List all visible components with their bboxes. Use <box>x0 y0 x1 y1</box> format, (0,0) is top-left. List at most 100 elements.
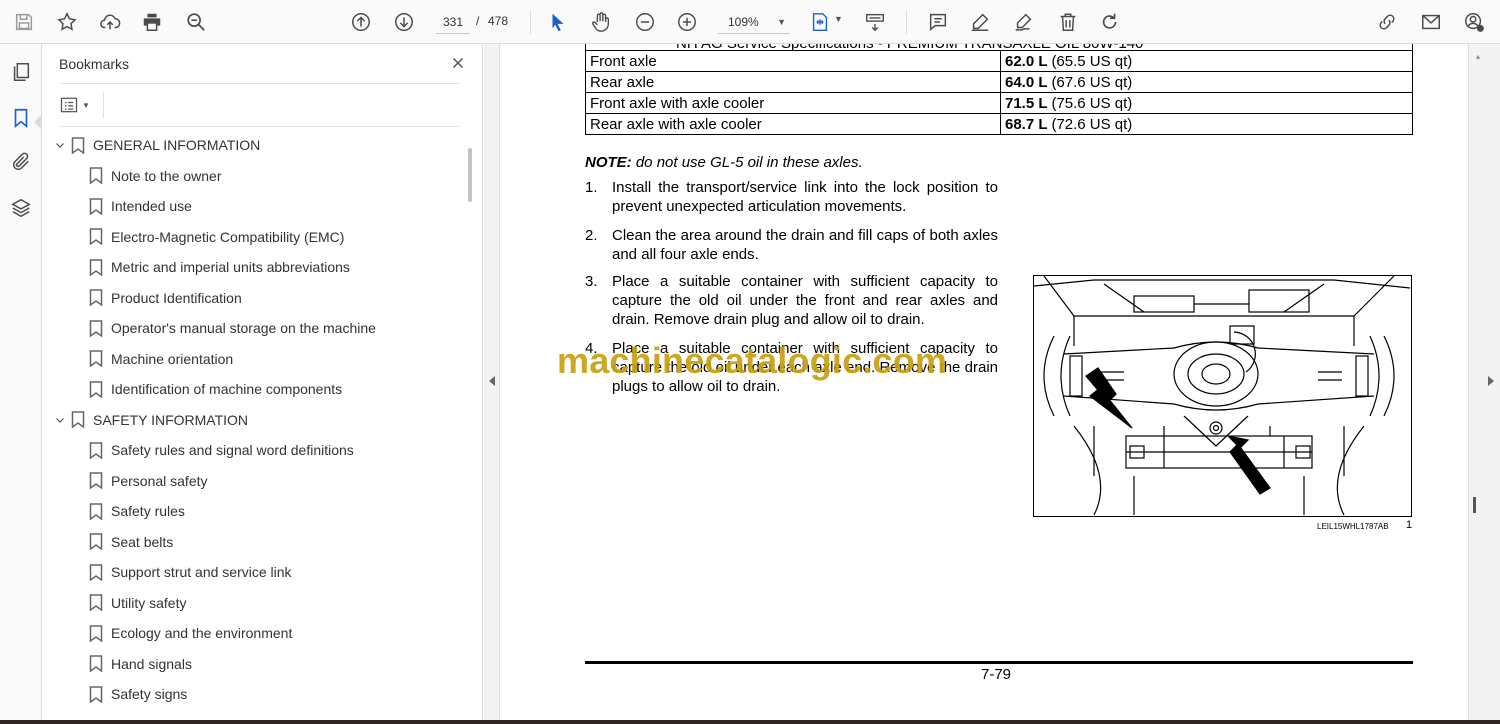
note-paragraph: NOTE: do not use GL-5 oil in these axles… <box>585 154 863 171</box>
page-separator: / <box>476 14 480 28</box>
bookmark-label: Electro-Magnetic Compatibility (EMC) <box>111 228 345 245</box>
bookmark-item[interactable]: Support strut and service link <box>89 557 292 587</box>
step-number: 1. <box>585 179 598 196</box>
page-thumbnails-icon[interactable] <box>7 58 35 86</box>
bookmark-item[interactable]: Identification of machine components <box>89 374 342 404</box>
layers-icon[interactable] <box>7 194 35 222</box>
bookmark-label: Safety rules <box>111 503 185 519</box>
account-icon[interactable] <box>1460 8 1488 36</box>
zoom-search-icon[interactable] <box>182 8 210 36</box>
bookmark-icon[interactable] <box>7 104 35 132</box>
bookmark-label: Metric and imperial units abbreviations <box>111 259 350 275</box>
toolbar-divider <box>103 92 104 118</box>
bookmark-item[interactable]: Product Identification <box>89 283 242 313</box>
bookmark-flag-icon <box>89 624 103 642</box>
bookmark-flag-icon <box>89 441 103 459</box>
cloud-upload-icon[interactable] <box>96 8 124 36</box>
page-number-input[interactable] <box>436 10 470 34</box>
zoom-level-value: 109% <box>728 14 759 29</box>
bookmarks-title: Bookmarks <box>59 56 130 72</box>
zoom-in-icon[interactable] <box>673 8 701 36</box>
highlight-pen-icon[interactable] <box>966 8 994 36</box>
collapse-pane-arrow-icon[interactable] <box>489 376 495 386</box>
bookmark-item[interactable]: Ecology and the environment <box>89 618 292 648</box>
bookmark-item[interactable]: Electro-Magnetic Compatibility (EMC) <box>89 222 344 252</box>
attachment-icon[interactable] <box>7 148 35 176</box>
chevron-down-icon: ▼ <box>777 16 786 27</box>
zoom-level-select[interactable]: 109% ▼ <box>718 10 790 34</box>
capacity-us-quarts: (67.6 US qt) <box>1051 73 1133 91</box>
capacity-cell: 64.0 L (67.6 US qt) <box>1000 71 1413 93</box>
bookmark-flag-icon <box>89 685 103 703</box>
redo-icon[interactable] <box>1096 8 1124 36</box>
step-number: 2. <box>585 227 598 244</box>
right-pane-rail <box>1468 44 1500 720</box>
zoom-out-icon[interactable] <box>631 8 659 36</box>
bookmark-options-button[interactable]: ▼ <box>59 94 99 116</box>
bookmarks-scrollbar-thumb[interactable] <box>468 148 472 202</box>
bookmark-label: Utility safety <box>111 594 187 611</box>
axle-type-cell: Rear axle with axle cooler <box>585 113 1001 135</box>
save-icon[interactable] <box>10 8 38 36</box>
table-row: Rear axle with axle cooler 68.7 L (72.6 U… <box>585 113 1413 135</box>
scroll-up-arrow-icon[interactable]: ▴ <box>1476 52 1484 62</box>
chevron-down-icon[interactable] <box>53 413 67 427</box>
page-total: 478 <box>488 14 509 28</box>
bookmark-label: GENERAL INFORMATION <box>93 137 261 153</box>
bookmark-tree: GENERAL INFORMATION Note to the owner Inte… <box>43 130 468 720</box>
hand-tool-icon[interactable] <box>587 8 615 36</box>
bookmark-item[interactable]: Hand signals <box>89 649 192 679</box>
table-row: Rear axle 64.0 L (67.6 US qt) <box>585 71 1413 93</box>
next-page-icon[interactable] <box>390 8 418 36</box>
previous-page-icon[interactable] <box>347 8 375 36</box>
bookmark-flag-icon <box>71 411 85 428</box>
bookmark-flag-icon <box>89 472 103 489</box>
bookmark-section[interactable]: GENERAL INFORMATION <box>53 130 260 160</box>
capacity-us-quarts: (72.6 US qt) <box>1051 115 1133 133</box>
bookmark-flag-icon <box>89 502 103 520</box>
close-icon[interactable] <box>447 52 469 74</box>
bookmark-label: Seat belts <box>111 533 174 550</box>
step-text: Place a suitable container with sufficie… <box>612 273 998 328</box>
sign-icon[interactable] <box>1010 8 1038 36</box>
share-link-icon[interactable] <box>1373 8 1401 36</box>
note-text: do not use GL-5 oil in these axles. <box>635 154 863 171</box>
bookmark-flag-icon <box>89 197 103 215</box>
comment-icon[interactable] <box>924 8 952 36</box>
step-3: 3. Place a suitable container with suffi… <box>585 272 999 332</box>
toolbar-divider <box>530 10 531 34</box>
panel-divider <box>59 83 459 84</box>
taskbar-edge <box>0 720 1500 724</box>
select-cursor-icon[interactable] <box>544 8 572 36</box>
bookmark-label: Machine orientation <box>111 350 234 367</box>
fit-page-icon[interactable] <box>806 8 834 36</box>
axle-type-cell: Front axle <box>585 50 1001 72</box>
axle-type-cell: Front axle with axle cooler <box>585 92 1001 114</box>
bookmark-item[interactable]: Safety rules and signal word definitions <box>89 435 354 465</box>
bookmark-item[interactable]: Personal safety <box>89 466 208 496</box>
bookmark-section[interactable]: SAFETY INFORMATION <box>53 405 248 435</box>
bookmark-item[interactable]: Machine orientation <box>89 344 233 374</box>
print-icon[interactable] <box>138 8 166 36</box>
bookmark-item[interactable]: Note to the owner <box>89 161 222 191</box>
chevron-down-icon[interactable]: ▼ <box>834 14 843 24</box>
document-scrollbar-thumb[interactable] <box>1473 497 1476 513</box>
table-row: Front axle with axle cooler 71.5 L (75.6 … <box>585 92 1413 114</box>
bookmark-item[interactable]: Utility safety <box>89 588 186 618</box>
delete-icon[interactable] <box>1054 8 1082 36</box>
star-icon[interactable] <box>53 8 81 36</box>
email-icon[interactable] <box>1417 8 1445 36</box>
capacity-liters: 64.0 L <box>1005 73 1048 91</box>
expand-right-pane-arrow-icon[interactable] <box>1488 376 1494 386</box>
scroll-mode-icon[interactable] <box>861 8 889 36</box>
bookmark-item[interactable]: Safety rules <box>89 496 185 526</box>
bookmark-item[interactable]: Operator's manual storage on the machine <box>89 313 376 343</box>
bookmark-label: Support strut and service link <box>111 564 292 580</box>
capacity-us-quarts: (75.6 US qt) <box>1051 94 1133 112</box>
axle-line-drawing <box>1034 276 1411 516</box>
bookmark-item[interactable]: Intended use <box>89 191 192 221</box>
chevron-down-icon[interactable] <box>53 138 67 152</box>
bookmark-item[interactable]: Seat belts <box>89 527 173 557</box>
bookmark-item[interactable]: Safety signs <box>89 679 187 709</box>
bookmark-item[interactable]: Metric and imperial units abbreviations <box>89 252 350 282</box>
